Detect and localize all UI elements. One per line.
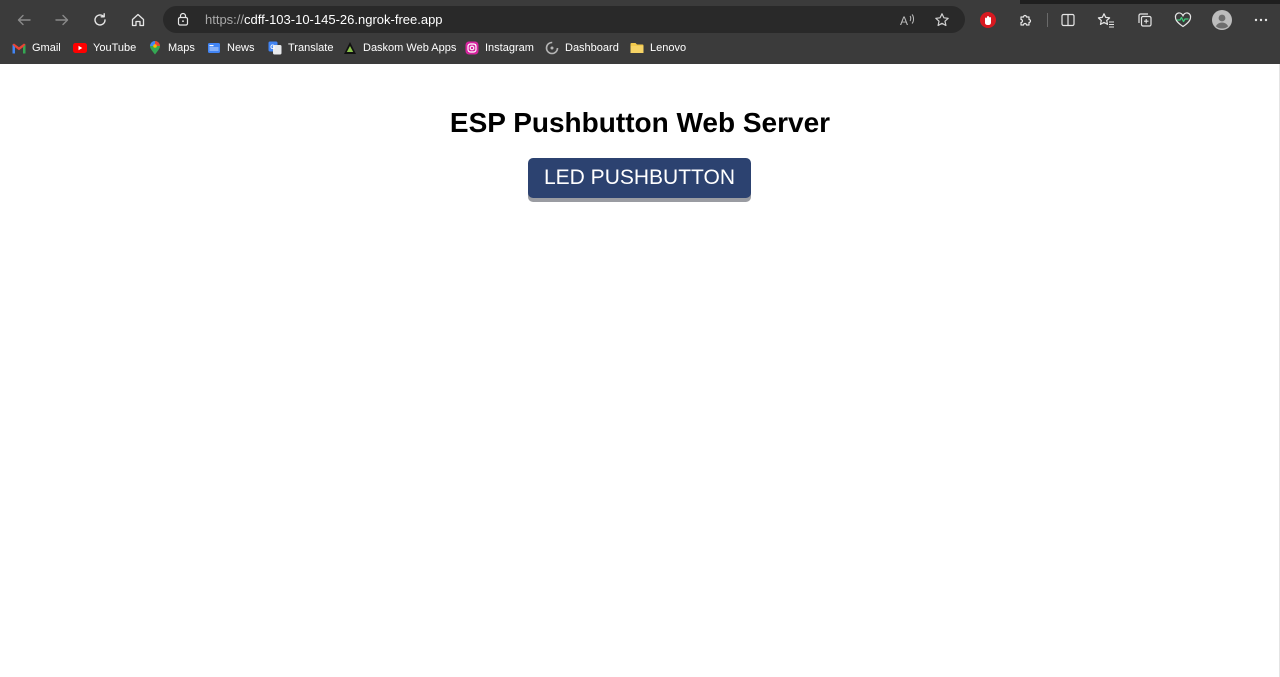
svg-text:A: A [900, 14, 908, 27]
bookmark-label: Maps [168, 42, 195, 54]
url-scheme: https:// [205, 12, 245, 27]
page-title: ESP Pushbutton Web Server [449, 107, 831, 138]
youtube-icon [73, 41, 87, 55]
favorites-icon[interactable] [1091, 4, 1121, 35]
address-bar[interactable]: https://cdff-103-10-145-26.ngrok-free.ap… [163, 6, 965, 33]
refresh-icon[interactable] [84, 4, 116, 35]
dashboard-icon [545, 41, 559, 55]
bookmark-label: News [227, 42, 255, 54]
bookmark-youtube[interactable]: YouTube [73, 37, 136, 59]
extensions-puzzle-icon[interactable] [1011, 4, 1041, 35]
forward-icon[interactable] [46, 4, 78, 35]
bookmark-maps[interactable]: Maps [148, 37, 195, 59]
back-icon[interactable] [8, 4, 40, 35]
bookmark-gmail[interactable]: Gmail [12, 37, 61, 59]
maps-icon [148, 41, 162, 55]
browser-chrome: https://cdff-103-10-145-26.ngrok-free.ap… [0, 0, 1280, 64]
more-menu-icon[interactable] [1246, 4, 1276, 35]
bookmark-label: Dashboard [565, 42, 619, 54]
bookmark-dashboard[interactable]: Dashboard [545, 37, 619, 59]
svg-text:G: G [270, 45, 275, 51]
split-screen-icon[interactable] [1053, 4, 1083, 35]
toolbar-divider [1047, 13, 1048, 27]
url-text[interactable]: https://cdff-103-10-145-26.ngrok-free.ap… [205, 12, 443, 27]
bookmark-label: Lenovo [650, 42, 687, 54]
lock-icon[interactable] [177, 12, 189, 31]
browser-toolbar: https://cdff-103-10-145-26.ngrok-free.ap… [0, 4, 1280, 35]
translate-icon: G [268, 41, 282, 55]
url-host: cdff-103-10-145-26.ngrok-free.app [244, 12, 443, 27]
bookmark-label: Daskom Web Apps [363, 42, 457, 54]
gmail-icon [12, 41, 26, 55]
bookmark-daskom-web-apps[interactable]: Daskom Web Apps [343, 37, 456, 59]
daskom-icon [343, 41, 357, 55]
read-aloud-icon[interactable]: A [898, 10, 918, 30]
browser-essentials-icon[interactable] [1168, 4, 1198, 35]
bookmark-news[interactable]: News [207, 37, 255, 59]
collections-icon[interactable] [1130, 4, 1160, 35]
folder-icon [630, 41, 644, 55]
web-page: ESP Pushbutton Web Server LED PUSHBUTTON [0, 64, 1280, 677]
profile-avatar-icon[interactable] [1207, 4, 1237, 35]
bookmark-label: Instagram [485, 42, 534, 54]
bookmark-label: YouTube [93, 42, 137, 54]
led-pushbutton[interactable]: LED PUSHBUTTON [528, 158, 751, 198]
bookmark-translate[interactable]: G Translate [268, 37, 333, 59]
news-icon [207, 41, 221, 55]
favorite-star-icon[interactable] [932, 10, 952, 30]
bookmark-instagram[interactable]: Instagram [465, 37, 534, 59]
bookmark-label: Translate [288, 42, 334, 54]
bookmark-lenovo[interactable]: Lenovo [630, 37, 686, 59]
bookmarks-bar: Gmail YouTube Maps News G Translate Dask… [0, 37, 1280, 59]
home-icon[interactable] [122, 4, 154, 35]
extension-red-icon[interactable] [973, 4, 1003, 35]
bookmark-label: Gmail [32, 42, 61, 54]
instagram-icon [465, 41, 479, 55]
